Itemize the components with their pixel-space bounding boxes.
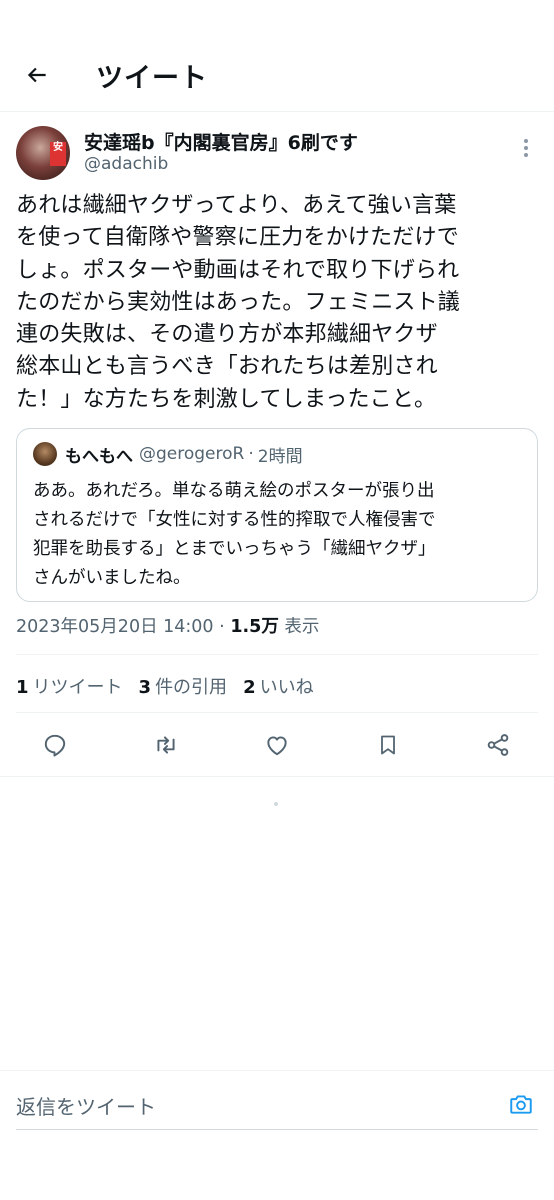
likes-label: いいね — [259, 677, 314, 698]
share-button[interactable] — [483, 730, 513, 760]
divider — [16, 654, 538, 655]
page-title: ツイート — [96, 63, 208, 94]
quote-timestamp: 2時間 — [257, 446, 303, 467]
reply-icon — [44, 734, 66, 757]
more-options-button[interactable] — [514, 136, 538, 160]
avatar-badge: 安 — [50, 142, 66, 166]
back-button[interactable] — [20, 58, 54, 92]
quotes-stat[interactable]: 3 件の引用 — [139, 673, 228, 699]
likes-stat[interactable]: 2 いいね — [243, 673, 314, 699]
retweet-button[interactable] — [151, 730, 181, 760]
likes-count: 2 — [243, 677, 256, 698]
tweet-author: 安 安達瑶b『内閣裏官房』6刷です @adachib — [16, 126, 538, 184]
quotes-label: 件の引用 — [155, 677, 228, 698]
retweets-count: 1 — [16, 677, 29, 698]
like-icon — [267, 736, 287, 756]
top-bar: ツイート — [0, 0, 554, 112]
arrow-left-icon — [27, 67, 46, 83]
quotes-count: 3 — [138, 677, 152, 698]
retweets-label: リツイート — [32, 677, 123, 698]
camera-icon — [510, 1095, 532, 1114]
bookmark-icon — [381, 735, 395, 755]
quote-text: ああ。あれだろ。単なる萌え絵のポスターが張り出 されるだけで「女性に対する性的搾… — [33, 481, 436, 588]
quoted-tweet[interactable]: もへもへ @gerogeroR · 2時間 ああ。あれだろ。単なる萌え絵のポスタ… — [16, 428, 538, 602]
author-display-name[interactable]: 安達瑶b『内閣裏官房』6刷です — [84, 128, 358, 155]
meta-separator: · — [219, 617, 225, 637]
loading-indicator — [274, 802, 278, 806]
retweet-icon — [157, 736, 175, 754]
quote-avatar — [33, 442, 57, 466]
reply-input-underline — [16, 1129, 538, 1130]
views-count: 1.5万 — [230, 617, 279, 637]
reply-input[interactable]: 返信をツイート — [16, 1091, 156, 1120]
action-bar — [0, 722, 554, 768]
reply-bar: 返信をツイート — [0, 1070, 554, 1140]
quote-author-handle: @gerogeroR — [139, 444, 245, 464]
views-label: 表示 — [284, 617, 320, 637]
retweets-stat[interactable]: 1 リツイート — [16, 673, 123, 699]
quote-separator: · — [248, 444, 254, 464]
bookmark-button[interactable] — [373, 730, 403, 760]
camera-button[interactable] — [506, 1089, 536, 1119]
divider — [16, 712, 538, 713]
avatar[interactable]: 安 — [16, 126, 70, 180]
author-handle[interactable]: @adachib — [84, 154, 168, 174]
engagement-stats: 1 リツイート 3 件の引用 2 いいね — [16, 673, 314, 699]
tweet-text: あれは繊細ヤクザってより、あえて強い言葉 を使って自衛隊や警察に圧力をかけただけ… — [16, 193, 461, 412]
reply-button[interactable] — [40, 730, 70, 760]
quoted-tweet-header: もへもへ @gerogeroR · 2時間 — [33, 441, 303, 467]
tweet-meta: 2023年05月20日 14:00 · 1.5万 表示 — [16, 613, 319, 638]
quote-author-name: もへもへ — [65, 446, 133, 467]
more-vertical-icon — [524, 139, 528, 157]
tweet-datetime[interactable]: 2023年05月20日 14:00 — [16, 617, 214, 637]
share-icon — [487, 734, 509, 756]
like-button[interactable] — [262, 730, 292, 760]
divider — [0, 776, 554, 777]
